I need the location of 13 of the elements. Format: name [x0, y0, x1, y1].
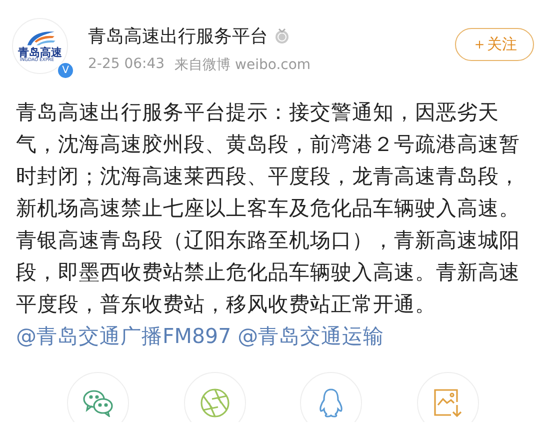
verified-badge: V [57, 62, 74, 79]
mention-link[interactable]: @青岛交通运输 [238, 324, 384, 348]
chat-bubbles-icon [82, 389, 114, 417]
logo-text: 青岛高速 [18, 46, 62, 59]
post-time: 2-25 06:43 [88, 56, 165, 74]
image-download-icon [432, 388, 463, 418]
medal-icon [274, 28, 290, 44]
account-name[interactable]: 青岛高速出行服务平台 [88, 24, 268, 48]
follow-button[interactable]: ＋关注 [455, 28, 534, 61]
post-text: 青岛高速出行服务平台提示：接交警通知，因恶劣天气，沈海高速胶州段、黄岛段，前湾港２号疏港高速暂时封闭；沈海高速莱西段、平度段，龙青高速青岛段，新机场高速禁止七座以上客车及危化品车辆驶入高速。青银高速青岛段（辽阳东路至机场口），青新高速城阳段，即墨西收费站禁止危化品车辆驶入高速。青新高速平度段，普东收费站，移风收费站正常开通。 @青岛交通广播FM897 @青岛交通运输 [16, 99, 521, 350]
penguin-icon [318, 388, 344, 418]
mention-link[interactable]: @青岛交通广播FM897 [16, 324, 232, 348]
post-source: 来自微博 weibo.com [174, 56, 311, 74]
